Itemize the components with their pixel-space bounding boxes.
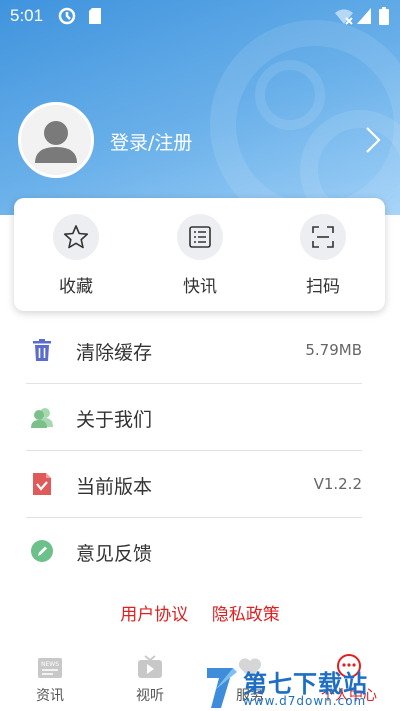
pencil-icon [30, 539, 54, 563]
settings-menu: 清除缓存 5.79MB 关于我们 当前版本 V1.2.2 意见反馈 [0, 317, 400, 585]
scan-icon [300, 214, 346, 260]
policy-links: 用户协议 隐私政策 [0, 600, 400, 625]
news-flash-label: 快讯 [183, 277, 217, 297]
user-agreement-link[interactable]: 用户协议 [120, 605, 188, 625]
status-time: 5:01 [10, 6, 44, 25]
watermark-url: www.d7down.com [243, 694, 367, 708]
user-silhouette-icon [35, 121, 77, 163]
wifi-icon [334, 7, 354, 30]
avatar[interactable] [18, 102, 94, 178]
news-flash-button[interactable]: 快讯 [160, 214, 240, 297]
menu-item-label: 当前版本 [76, 476, 153, 498]
privacy-policy-link[interactable]: 隐私政策 [212, 605, 280, 625]
trash-icon [30, 338, 54, 362]
menu-item-label: 清除缓存 [76, 342, 153, 364]
tab-news[interactable]: NEWS 资讯 [20, 653, 80, 705]
version-value: V1.2.2 [313, 475, 362, 493]
chevron-right-icon[interactable] [362, 124, 384, 160]
menu-item-feedback[interactable]: 意见反馈 [0, 518, 400, 585]
sdcard-icon [88, 7, 102, 30]
svg-text:NEWS: NEWS [41, 661, 59, 668]
star-icon [53, 214, 99, 260]
login-register-link[interactable]: 登录/注册 [110, 128, 192, 155]
favorites-button[interactable]: 收藏 [36, 214, 116, 297]
tv-icon [120, 653, 180, 679]
cache-size-value: 5.79MB [305, 341, 362, 359]
scan-label: 扫码 [306, 277, 340, 297]
menu-item-label: 关于我们 [76, 409, 153, 431]
tab-label: 视听 [136, 688, 164, 704]
tab-label: 资讯 [36, 688, 64, 704]
quick-actions-card: 收藏 快讯 扫码 [14, 198, 385, 311]
header-decoration [255, 60, 325, 130]
menu-item-label: 意见反馈 [76, 543, 153, 565]
signal-icon [356, 7, 372, 30]
menu-item-clear-cache[interactable]: 清除缓存 5.79MB [0, 317, 400, 384]
status-bar: 5:01 [0, 0, 400, 32]
tab-video[interactable]: 视听 [120, 653, 180, 705]
users-icon [30, 405, 54, 429]
news-icon: NEWS [20, 653, 80, 679]
site-watermark: 第七下载站 www.d7down.com [203, 662, 400, 711]
menu-item-current-version[interactable]: 当前版本 V1.2.2 [0, 451, 400, 518]
scan-button[interactable]: 扫码 [283, 214, 363, 297]
battery-icon [379, 7, 389, 30]
favorites-label: 收藏 [59, 277, 93, 297]
list-icon [177, 214, 223, 260]
document-icon [30, 472, 54, 496]
sync-icon [58, 7, 76, 30]
menu-item-about-us[interactable]: 关于我们 [0, 384, 400, 451]
